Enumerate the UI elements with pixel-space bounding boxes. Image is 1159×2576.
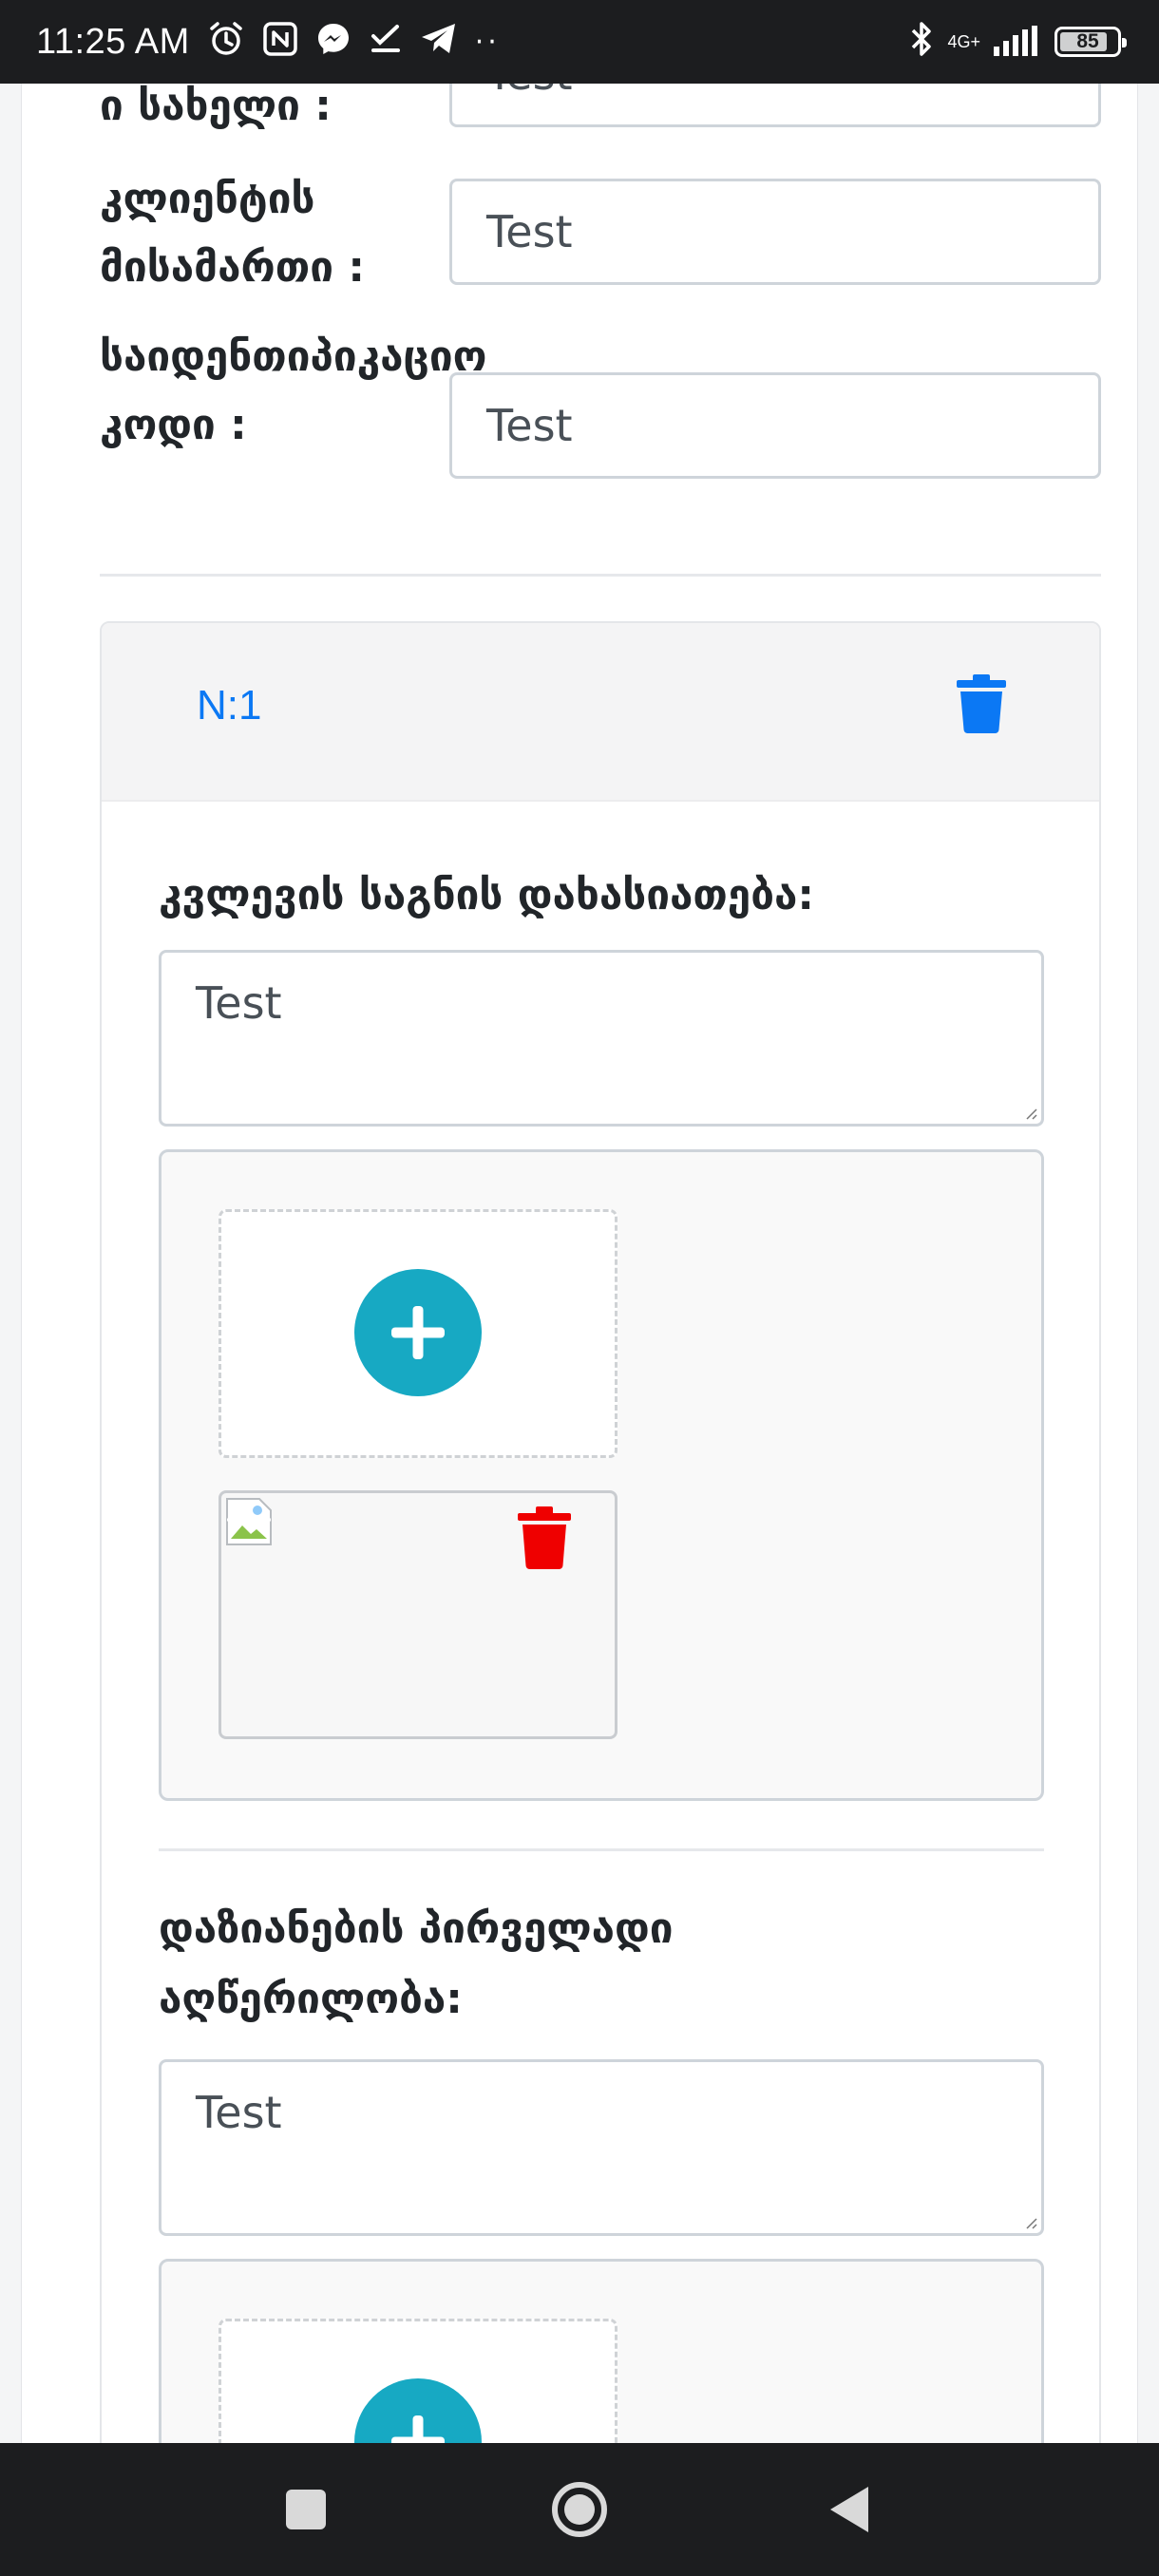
- status-bar: 11:25 AM ·· 4G+ 85: [0, 0, 1159, 84]
- back-triangle-icon: [830, 2487, 868, 2532]
- signal-icon: [994, 26, 1037, 56]
- network-type-label: 4G+: [947, 32, 980, 51]
- status-right: 4G+ 85: [909, 20, 1127, 64]
- study-subject-value: Test: [196, 977, 282, 1029]
- item-delete-button[interactable]: [957, 674, 1006, 733]
- back-button[interactable]: [821, 2479, 882, 2540]
- battery-level: 85: [1076, 30, 1099, 52]
- home-circle-icon: [552, 2482, 607, 2537]
- uploaded-image-tile: [218, 1490, 618, 1739]
- identification-code-input[interactable]: Test: [449, 372, 1101, 479]
- item-number: N:1: [197, 682, 262, 729]
- add-photo-tile[interactable]: [218, 1209, 618, 1458]
- damage-description-title: დაზიანების პირველადი აღწერილობა:: [159, 1904, 674, 2023]
- trash-icon: [518, 1506, 571, 1569]
- recents-square-icon: [286, 2490, 326, 2529]
- alarm-icon: [207, 20, 245, 64]
- study-subject-title: კვლევის საგნის დახასიათება:: [159, 871, 814, 919]
- resize-grip-icon[interactable]: [1024, 2216, 1037, 2229]
- home-button[interactable]: [549, 2479, 610, 2540]
- status-time: 11:25 AM: [36, 21, 190, 62]
- section-divider: [159, 1848, 1044, 1851]
- nfc-icon: [262, 21, 298, 63]
- more-dots-icon: ··: [474, 25, 501, 59]
- damage-description-textarea[interactable]: Test: [159, 2059, 1044, 2236]
- item-header: N:1: [102, 623, 1099, 802]
- bluetooth-icon: [909, 20, 934, 64]
- navigation-bar: [0, 2443, 1159, 2576]
- trash-icon: [957, 674, 1006, 733]
- broken-image-icon: [226, 1498, 272, 1545]
- item-card: N:1 კვლევის საგნის დახასიათება: Test დაზ…: [100, 621, 1101, 2576]
- task-check-icon: [369, 22, 403, 62]
- add-plus-icon[interactable]: [354, 1269, 482, 1396]
- damage-description-value: Test: [196, 2087, 282, 2138]
- study-subject-textarea[interactable]: Test: [159, 950, 1044, 1127]
- recents-button[interactable]: [276, 2479, 336, 2540]
- status-left: 11:25 AM ··: [36, 20, 501, 64]
- photo-upload-panel: [159, 1149, 1044, 1801]
- image-delete-button[interactable]: [518, 1506, 571, 1569]
- messenger-icon: [315, 21, 352, 63]
- resize-grip-icon[interactable]: [1024, 1107, 1037, 1120]
- telegram-icon: [420, 21, 458, 63]
- battery-icon: 85: [1054, 27, 1127, 57]
- identification-code-label: საიდენთიპიკაციო კოდი :: [100, 332, 487, 449]
- client-address-label: კლიენტის მისამართი :: [100, 175, 365, 292]
- client-address-input[interactable]: Test: [449, 179, 1101, 285]
- form-divider: [100, 574, 1101, 577]
- page-card: ი სახელი : Test კლიენტის მისამართი : Tes…: [21, 0, 1138, 2576]
